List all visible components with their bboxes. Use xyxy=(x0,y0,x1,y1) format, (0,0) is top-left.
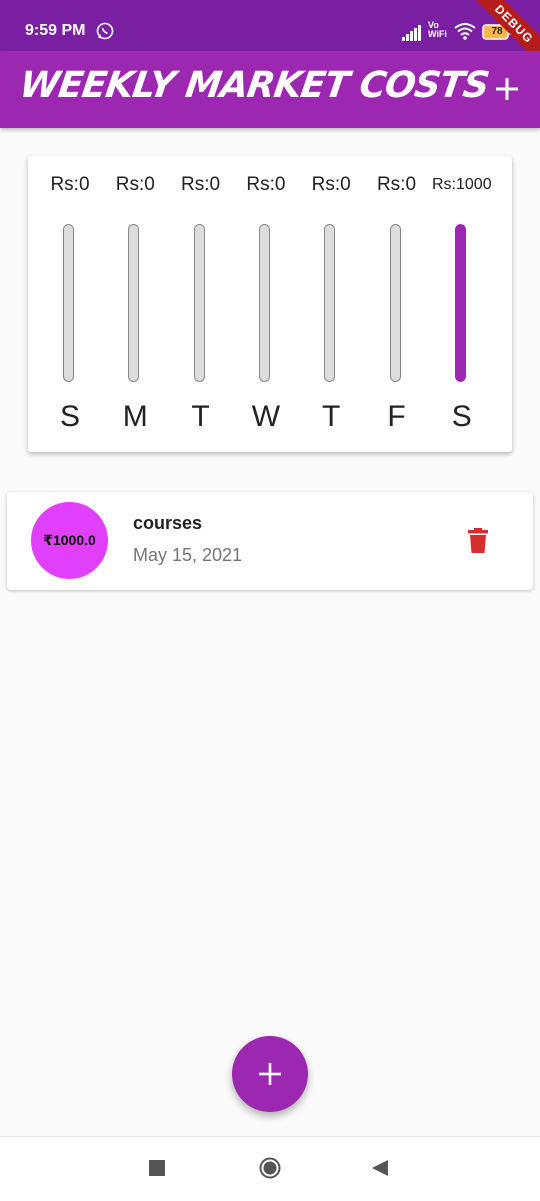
chart-day-column: Rs:0 M xyxy=(103,156,167,452)
wifi-icon xyxy=(454,23,476,40)
chart-day-column: Rs:1000 S xyxy=(430,156,494,452)
chart-day-amount: Rs:0 xyxy=(246,174,286,195)
chart-day-label: M xyxy=(122,400,148,433)
chart-bar-track xyxy=(128,224,140,382)
chart-day-column: Rs:0 T xyxy=(169,156,233,452)
chart-day-amount: Rs:1000 xyxy=(432,176,492,193)
transaction-date: May 15, 2021 xyxy=(133,545,243,565)
chart-bar-track xyxy=(454,224,466,382)
weekly-chart: Rs:0 S Rs:0 M Rs:0 T Rs:0 W Rs:0 T Rs:0 F Rs:1000 S xyxy=(28,156,512,452)
chart-day-amount: Rs:0 xyxy=(50,174,90,195)
chart-bar-track xyxy=(63,224,74,382)
chart-day-amount: Rs:0 xyxy=(181,174,221,195)
status-time: 9:59 PM xyxy=(25,22,86,39)
recents-icon[interactable] xyxy=(149,1160,165,1176)
chart-day-label: S xyxy=(451,400,472,433)
chart-day-amount: Rs:0 xyxy=(311,174,351,195)
home-icon[interactable] xyxy=(259,1157,281,1179)
system-nav-bar xyxy=(0,1136,540,1201)
app-title: WEEKLY MARKET COSTS xyxy=(17,65,492,106)
chart-day-column: Rs:0 S xyxy=(38,156,102,452)
back-icon[interactable] xyxy=(371,1159,389,1177)
transaction-card: ₹1000.0 courses May 15, 2021 xyxy=(7,492,533,590)
chart-day-amount: Rs:0 xyxy=(376,174,417,195)
chart-bar-track xyxy=(389,224,401,382)
chart-day-label: T xyxy=(322,400,341,433)
transaction-title: courses xyxy=(133,513,203,533)
transaction-amount-avatar: ₹1000.0 xyxy=(31,502,108,579)
chart-day-label: T xyxy=(191,400,210,433)
plus-icon xyxy=(259,1063,281,1085)
chart-bar-fill xyxy=(454,224,466,382)
chart-day-column: Rs:0 T xyxy=(299,156,363,452)
chart-day-label: F xyxy=(387,400,406,433)
plus-icon[interactable] xyxy=(494,76,520,102)
trash-icon[interactable] xyxy=(468,528,488,553)
vowifi-icon: Vo WiFi xyxy=(428,20,447,39)
chart-bar-track xyxy=(193,224,205,382)
chart-day-label: W xyxy=(251,400,281,433)
chart-day-label: S xyxy=(59,400,80,433)
signal-icon xyxy=(402,25,421,41)
chart-day-column: Rs:0 F xyxy=(365,156,429,452)
chart-day-amount: Rs:0 xyxy=(115,174,155,195)
app-bar: WEEKLY MARKET COSTS xyxy=(0,51,540,128)
chart-bar-track xyxy=(324,224,336,382)
chart-bar-track xyxy=(258,224,270,382)
status-bar: 9:59 PM Vo WiFi 78 DEBUG xyxy=(0,0,540,74)
chart-day-column: Rs:0 W xyxy=(234,156,298,452)
add-transaction-button[interactable] xyxy=(232,1036,308,1112)
whatsapp-icon xyxy=(96,22,114,40)
